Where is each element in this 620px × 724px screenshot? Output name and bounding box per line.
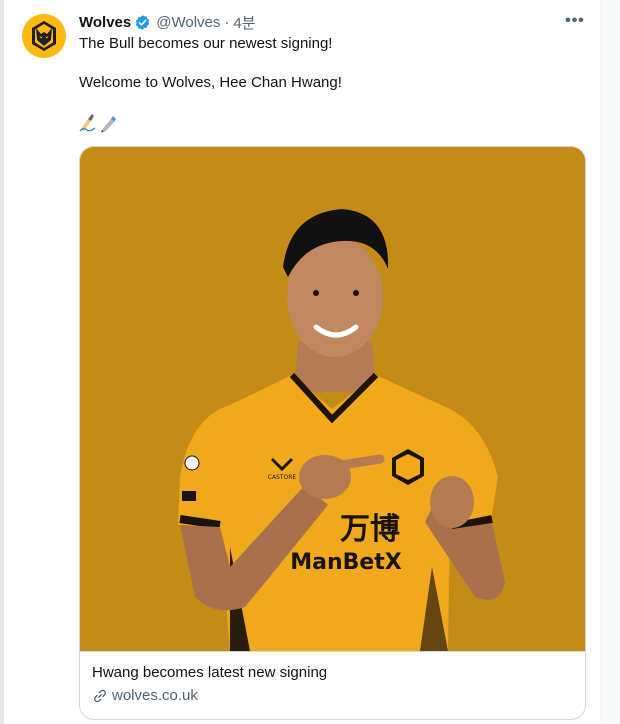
pen-emoji-icon: [99, 113, 117, 133]
author-name[interactable]: Wolves: [79, 14, 131, 31]
verified-badge-icon: [136, 14, 150, 30]
avatar[interactable]: [22, 14, 66, 58]
tweet-text-line: The Bull becomes our newest signing!: [79, 35, 333, 52]
tweet-text-line: Welcome to Wolves, Hee Chan Hwang!: [79, 74, 342, 91]
card-info[interactable]: Hwang becomes latest new signing wolves.…: [80, 651, 585, 719]
tweet-emojis: [79, 113, 117, 135]
right-gutter: [601, 0, 620, 724]
player-photo: CASTORE 万博 ManBetX: [80, 147, 585, 651]
tweet-timestamp[interactable]: 4분: [233, 12, 255, 33]
link-card[interactable]: CASTORE 万博 ManBetX Hwang becomes latest …: [79, 146, 586, 720]
shirt-sponsor-text: ManBetX: [290, 550, 402, 575]
writing-hand-emoji-icon: [79, 113, 97, 133]
wolves-logo-icon: [22, 14, 66, 58]
tweet-header: Wolves @Wolves · 4분: [79, 12, 256, 32]
link-icon: [94, 689, 106, 702]
card-image[interactable]: CASTORE 万博 ManBetX: [80, 147, 585, 651]
tweet[interactable]: Wolves @Wolves · 4분 ••• The Bull becomes…: [4, 0, 600, 724]
header-separator: ·: [224, 13, 230, 31]
card-title[interactable]: Hwang becomes latest new signing: [92, 664, 327, 681]
author-handle[interactable]: @Wolves: [156, 14, 220, 31]
shirt-brand-text: CASTORE: [268, 474, 297, 481]
more-options-icon[interactable]: •••: [564, 12, 586, 32]
shirt-sponsor-chinese: 万博: [340, 512, 400, 547]
card-domain-row[interactable]: wolves.co.uk: [92, 687, 198, 704]
card-domain[interactable]: wolves.co.uk: [112, 687, 198, 704]
